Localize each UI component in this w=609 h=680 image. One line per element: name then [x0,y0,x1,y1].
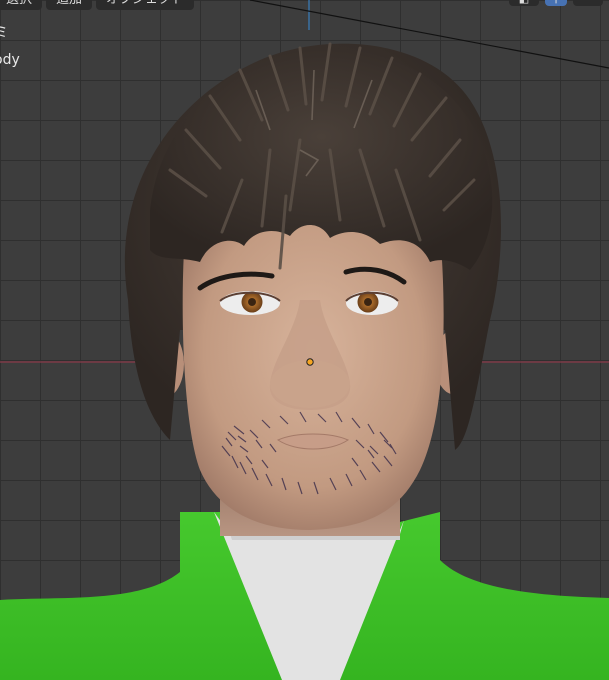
object-menu[interactable]: オブジェクト [96,0,195,10]
viewport-info-object-name: ody [0,52,20,68]
view-toggle-button[interactable]: ◧ [509,0,539,6]
gizmo-toggle-button[interactable]: ⚲ [545,0,567,6]
view-icon: ◧ [519,0,529,5]
viewport-header-menu: 選択 追加 オブジェクト [0,0,195,10]
select-menu[interactable]: 選択 [0,0,43,10]
viewport-scene [0,0,609,680]
origin-point [306,358,314,366]
right-eye [345,291,399,315]
viewport-header-tools: ◧ ⚲ ◦ [509,0,603,6]
left-eye [219,291,281,315]
3d-viewport[interactable]: 選択 追加 オブジェクト ◧ ⚲ ◦ ミ ody [0,0,609,680]
gizmo-icon: ⚲ [552,0,560,5]
overlay-toggle-button[interactable]: ◦ [573,0,603,6]
overlay-icon: ◦ [585,0,592,5]
nose-tip [270,360,350,408]
add-menu[interactable]: 追加 [46,0,93,10]
viewport-info-line-1: ミ [0,25,8,41]
